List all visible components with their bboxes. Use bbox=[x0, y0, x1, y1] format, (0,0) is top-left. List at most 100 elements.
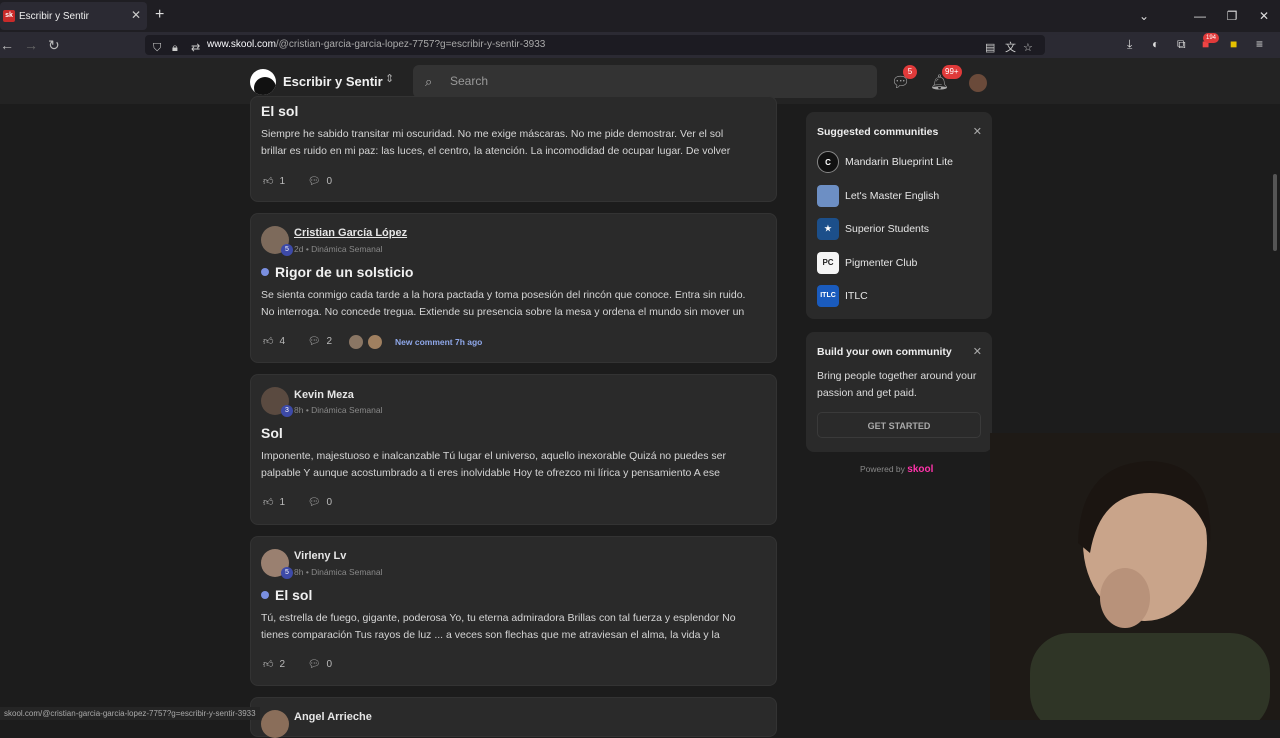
lock-icon[interactable]: 🔒︎ bbox=[172, 38, 178, 58]
scrollbar[interactable] bbox=[1273, 174, 1277, 251]
close-icon[interactable]: ✕ bbox=[973, 345, 982, 358]
url-host: www.skool.com bbox=[207, 39, 276, 50]
chat-badge: 5 bbox=[903, 65, 917, 79]
build-title: Build your own community bbox=[817, 346, 952, 358]
community-item[interactable]: ITLC ITLC bbox=[817, 285, 868, 307]
translate-icon[interactable]: 文 bbox=[1005, 38, 1016, 58]
post-title[interactable]: Rigor de un solsticio bbox=[261, 264, 413, 280]
suggested-communities-panel: Suggested communities ✕ C Mandarin Bluep… bbox=[806, 112, 992, 319]
post-excerpt-line: palpable Y aunque acostumbrado a ti eres… bbox=[261, 467, 720, 479]
author-name[interactable]: Kevin Meza bbox=[294, 389, 354, 401]
get-started-button[interactable]: GET STARTED bbox=[817, 412, 981, 438]
post-excerpt-line: brillar es ruido en mi paz: las luces, e… bbox=[261, 145, 731, 157]
like-count: 1 bbox=[279, 497, 286, 508]
community-item[interactable]: ★ Superior Students bbox=[817, 218, 929, 240]
community-item[interactable]: PC Pigmenter Club bbox=[817, 252, 917, 274]
new-tab-icon[interactable]: + bbox=[155, 6, 164, 24]
comment-icon[interactable]: 💬︎ bbox=[308, 497, 321, 508]
minimize-icon[interactable]: — bbox=[1184, 9, 1216, 23]
post-actions: 👍︎ 1 💬︎ 0 bbox=[263, 496, 338, 508]
like-count: 4 bbox=[279, 336, 286, 347]
community-logo[interactable] bbox=[250, 69, 276, 95]
tab-list-icon[interactable]: ⌄ bbox=[1128, 9, 1160, 23]
permissions-icon[interactable]: ⇄ bbox=[191, 38, 200, 58]
community-item[interactable]: Let's Master English bbox=[817, 185, 939, 207]
downloads-icon[interactable]: ⤓ bbox=[1127, 37, 1132, 52]
bookmark-star-icon[interactable]: ☆ bbox=[1023, 38, 1033, 58]
post-card[interactable]: El sol Siempre he sabido transitar mi os… bbox=[250, 96, 777, 202]
post-excerpt-line: tienes comparación Tus rayos de luz ... … bbox=[261, 629, 720, 641]
community-name: Superior Students bbox=[845, 223, 930, 235]
like-count: 2 bbox=[279, 659, 286, 670]
tab-title: Escribir y Sentir bbox=[19, 10, 90, 22]
author-name[interactable]: Angel Arrieche bbox=[294, 711, 372, 723]
community-name[interactable]: Escribir y Sentir bbox=[283, 74, 383, 89]
community-name: ITLC bbox=[845, 290, 868, 302]
r-extension-icon[interactable]: ■ bbox=[1230, 37, 1237, 51]
shield-icon[interactable]: ⛉ bbox=[153, 38, 161, 58]
post-card[interactable]: 3 Kevin Meza 8h • Dinámica Semanal Sol I… bbox=[250, 374, 777, 525]
forward-icon[interactable]: → bbox=[24, 37, 38, 53]
comment-count: 2 bbox=[326, 336, 333, 347]
close-window-icon[interactable]: ✕ bbox=[1248, 9, 1280, 23]
extensions-puzzle-icon[interactable]: ⧉ bbox=[1177, 37, 1186, 52]
post-meta: 8h • Dinámica Semanal bbox=[294, 567, 383, 577]
maximize-icon[interactable]: ❐ bbox=[1216, 9, 1248, 23]
reload-icon[interactable]: ↻ bbox=[48, 37, 60, 54]
community-icon: C bbox=[817, 151, 839, 173]
like-icon[interactable]: 👍︎ bbox=[263, 336, 273, 347]
powered-by-label: Powered by bbox=[860, 464, 905, 474]
status-bar-url: skool.com/@cristian-garcia-garcia-lopez-… bbox=[0, 707, 260, 720]
back-icon[interactable]: ← bbox=[0, 37, 14, 53]
community-icon: PC bbox=[817, 252, 839, 274]
unread-dot-icon bbox=[261, 268, 269, 276]
post-actions: 👍︎ 2 💬︎ 0 bbox=[263, 658, 338, 670]
extension-badge: 194 bbox=[1203, 33, 1220, 43]
post-card[interactable]: 5 Cristian García López 2d • Dinámica Se… bbox=[250, 213, 777, 363]
search-placeholder: Search bbox=[450, 74, 489, 88]
like-icon[interactable]: 👍︎ bbox=[263, 176, 273, 187]
search-input[interactable]: ⌕ Search bbox=[413, 65, 877, 98]
community-switch-icon[interactable]: ⇕ bbox=[385, 72, 394, 85]
menu-icon[interactable]: ≡ bbox=[1256, 37, 1263, 51]
post-title[interactable]: El sol bbox=[261, 587, 312, 603]
community-item[interactable]: C Mandarin Blueprint Lite bbox=[817, 151, 953, 173]
webcam-overlay bbox=[990, 433, 1280, 720]
post-card[interactable]: Angel Arrieche bbox=[250, 697, 777, 738]
user-avatar[interactable] bbox=[969, 74, 987, 92]
post-excerpt-line: No interroga. No concede tregua. Extiend… bbox=[261, 306, 745, 318]
unread-dot-icon bbox=[261, 591, 269, 599]
avatar[interactable] bbox=[261, 710, 289, 738]
comment-icon[interactable]: 💬︎ bbox=[308, 659, 321, 670]
comment-icon[interactable]: 💬︎ bbox=[308, 336, 321, 347]
browser-tab[interactable]: sk Escribir y Sentir ✕ bbox=[0, 2, 147, 30]
close-tab-icon[interactable]: ✕ bbox=[131, 8, 141, 22]
author-name[interactable]: Cristian García López bbox=[294, 227, 407, 239]
post-excerpt-line: Tú, estrella de fuego, gigante, poderosa… bbox=[261, 612, 736, 624]
extension-icon[interactable]: ◐ bbox=[1152, 37, 1159, 51]
post-title[interactable]: Sol bbox=[261, 425, 283, 441]
community-icon bbox=[817, 185, 839, 207]
author-name[interactable]: Virleny Lv bbox=[294, 550, 346, 562]
powered-by[interactable]: Powered by skool bbox=[860, 464, 933, 475]
level-badge: 3 bbox=[281, 405, 293, 417]
commenter-avatar bbox=[367, 334, 383, 350]
comment-count: 0 bbox=[326, 176, 333, 187]
window-controls: ⌄ — ❐ ✕ bbox=[1128, 0, 1280, 32]
like-icon[interactable]: 👍︎ bbox=[263, 497, 273, 508]
commenter-avatar bbox=[348, 334, 364, 350]
reader-view-icon[interactable]: ▤ bbox=[985, 38, 995, 58]
post-title[interactable]: El sol bbox=[261, 103, 298, 119]
community-icon: ITLC bbox=[817, 285, 839, 307]
comment-icon[interactable]: 💬︎ bbox=[308, 176, 321, 187]
close-icon[interactable]: ✕ bbox=[973, 125, 982, 138]
post-excerpt-line: Imponente, majestuoso e inalcanzable Tú … bbox=[261, 450, 727, 462]
like-icon[interactable]: 👍︎ bbox=[263, 659, 273, 670]
like-count: 1 bbox=[279, 176, 286, 187]
new-comment-link[interactable]: New comment 7h ago bbox=[395, 337, 482, 347]
community-name: Mandarin Blueprint Lite bbox=[845, 156, 953, 168]
post-card[interactable]: 5 Virleny Lv 8h • Dinámica Semanal El so… bbox=[250, 536, 777, 686]
community-name: Let's Master English bbox=[845, 190, 940, 202]
suggested-title: Suggested communities bbox=[817, 126, 939, 138]
url-bar[interactable]: ⛉ 🔒︎ ⇄ www.skool.com/@cristian-garcia-ga… bbox=[145, 35, 1045, 55]
